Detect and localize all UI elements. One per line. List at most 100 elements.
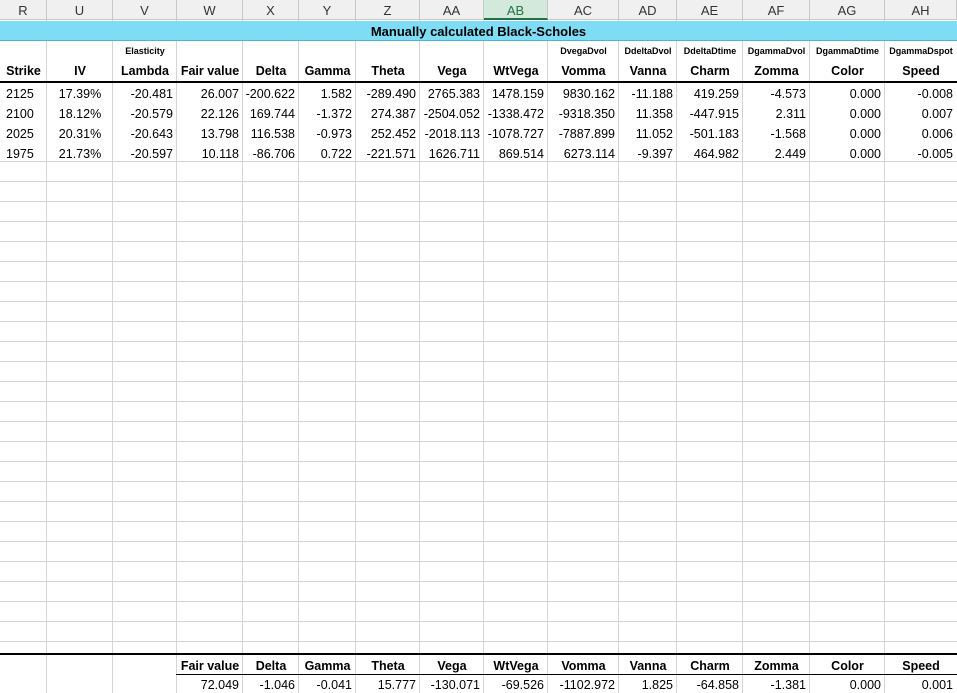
header-theta[interactable]: Theta (356, 61, 420, 81)
totals-value[interactable]: 15.777 (356, 675, 420, 693)
table-cell[interactable]: -9318.350 (548, 104, 619, 124)
column-header-af[interactable]: AF (743, 0, 810, 20)
column-header-x[interactable]: X (243, 0, 299, 20)
subheader-ag[interactable]: DgammaDtime (810, 41, 885, 61)
totals-header-zomma[interactable]: Zomma (743, 656, 810, 674)
header-charm[interactable]: Charm (677, 61, 743, 81)
header-iv[interactable]: IV (47, 61, 113, 81)
subheader-ae[interactable]: DdeltaDtime (677, 41, 743, 61)
totals-value[interactable]: -130.071 (420, 675, 484, 693)
table-cell[interactable]: -0.008 (885, 84, 957, 104)
table-cell[interactable]: -221.571 (356, 144, 420, 164)
table-cell[interactable]: -1.568 (743, 124, 810, 144)
table-cell[interactable]: 10.118 (177, 144, 243, 164)
totals-header-speed[interactable]: Speed (885, 656, 957, 674)
header-wtvega[interactable]: WtVega (484, 61, 548, 81)
subheader-v[interactable]: Elasticity (113, 41, 177, 61)
table-cell[interactable]: -20.643 (113, 124, 177, 144)
totals-header-charm[interactable]: Charm (677, 656, 743, 674)
strike-cell[interactable]: 2100 (0, 104, 47, 124)
subheader-ah[interactable]: DgammaDspot (885, 41, 957, 61)
table-cell[interactable]: 0.722 (299, 144, 356, 164)
table-cell[interactable]: 13.798 (177, 124, 243, 144)
table-cell[interactable]: 26.007 (177, 84, 243, 104)
table-cell[interactable]: 9830.162 (548, 84, 619, 104)
column-header-aa[interactable]: AA (420, 0, 484, 20)
table-cell[interactable]: -4.573 (743, 84, 810, 104)
header-strike[interactable]: Strike (0, 61, 47, 81)
column-header-ah[interactable]: AH (885, 0, 957, 20)
column-header-r[interactable]: R (0, 0, 47, 20)
table-cell[interactable]: -2018.113 (420, 124, 484, 144)
strike-cell[interactable]: 1975 (0, 144, 47, 164)
table-cell[interactable]: 0.006 (885, 124, 957, 144)
table-cell[interactable]: 419.259 (677, 84, 743, 104)
table-cell[interactable]: -20.597 (113, 144, 177, 164)
totals-header-delta[interactable]: Delta (243, 656, 299, 674)
column-header-ab[interactable]: AB (484, 0, 548, 20)
table-cell[interactable]: 0.000 (810, 104, 885, 124)
table-cell[interactable]: -200.622 (243, 84, 299, 104)
table-cell[interactable]: -0.973 (299, 124, 356, 144)
strike-cell[interactable]: 2125 (0, 84, 47, 104)
table-cell[interactable]: -0.005 (885, 144, 957, 164)
header-vomma[interactable]: Vomma (548, 61, 619, 81)
table-cell[interactable]: 464.982 (677, 144, 743, 164)
totals-value[interactable]: -1.381 (743, 675, 810, 693)
table-cell[interactable]: -289.490 (356, 84, 420, 104)
header-fair-value[interactable]: Fair value (177, 61, 243, 81)
totals-value[interactable]: -1102.972 (548, 675, 619, 693)
totals-header-wtvega[interactable]: WtVega (484, 656, 548, 674)
totals-value[interactable]: 0.000 (810, 675, 885, 693)
totals-value[interactable]: 0.001 (885, 675, 957, 693)
table-cell[interactable]: 0.007 (885, 104, 957, 124)
totals-header-theta[interactable]: Theta (356, 656, 420, 674)
header-gamma[interactable]: Gamma (299, 61, 356, 81)
table-cell[interactable]: 252.452 (356, 124, 420, 144)
totals-header-vanna[interactable]: Vanna (619, 656, 677, 674)
strike-cell[interactable]: 2025 (0, 124, 47, 144)
table-cell[interactable]: 6273.114 (548, 144, 619, 164)
subheader-af[interactable]: DgammaDvol (743, 41, 810, 61)
table-cell[interactable]: -1078.727 (484, 124, 548, 144)
table-cell[interactable]: -9.397 (619, 144, 677, 164)
totals-value[interactable]: -1.046 (243, 675, 299, 693)
column-header-ad[interactable]: AD (619, 0, 677, 20)
header-vanna[interactable]: Vanna (619, 61, 677, 81)
header-color[interactable]: Color (810, 61, 885, 81)
table-cell[interactable]: 2.311 (743, 104, 810, 124)
totals-value[interactable]: -0.041 (299, 675, 356, 693)
table-cell[interactable]: 1626.711 (420, 144, 484, 164)
table-cell[interactable]: 17.39% (47, 84, 113, 104)
table-cell[interactable]: -501.183 (677, 124, 743, 144)
table-cell[interactable]: 1478.159 (484, 84, 548, 104)
spreadsheet-grid[interactable]: R U V W X Y Z AA AB AC AD AE AF AG AH Manually calculat… (0, 0, 957, 693)
table-cell[interactable]: 169.744 (243, 104, 299, 124)
table-cell[interactable]: 0.000 (810, 144, 885, 164)
totals-header-fair-value[interactable]: Fair value (177, 656, 243, 674)
column-header-u[interactable]: U (47, 0, 113, 20)
table-cell[interactable]: 22.126 (177, 104, 243, 124)
header-lambda[interactable]: Lambda (113, 61, 177, 81)
totals-value[interactable]: 1.825 (619, 675, 677, 693)
column-header-ae[interactable]: AE (677, 0, 743, 20)
table-cell[interactable]: 869.514 (484, 144, 548, 164)
column-header-y[interactable]: Y (299, 0, 356, 20)
totals-header-color[interactable]: Color (810, 656, 885, 674)
column-header-z[interactable]: Z (356, 0, 420, 20)
table-cell[interactable]: -1.372 (299, 104, 356, 124)
header-vega[interactable]: Vega (420, 61, 484, 81)
header-zomma[interactable]: Zomma (743, 61, 810, 81)
table-cell[interactable]: 0.000 (810, 84, 885, 104)
subheader-ac[interactable]: DvegaDvol (548, 41, 619, 61)
table-cell[interactable]: -2504.052 (420, 104, 484, 124)
table-cell[interactable]: -20.481 (113, 84, 177, 104)
table-cell[interactable]: 21.73% (47, 144, 113, 164)
subheader-ad[interactable]: DdeltaDvol (619, 41, 677, 61)
column-header-ag[interactable]: AG (810, 0, 885, 20)
table-cell[interactable]: 20.31% (47, 124, 113, 144)
totals-header-vomma[interactable]: Vomma (548, 656, 619, 674)
table-cell[interactable]: -86.706 (243, 144, 299, 164)
table-cell[interactable]: 11.358 (619, 104, 677, 124)
table-cell[interactable]: 11.052 (619, 124, 677, 144)
